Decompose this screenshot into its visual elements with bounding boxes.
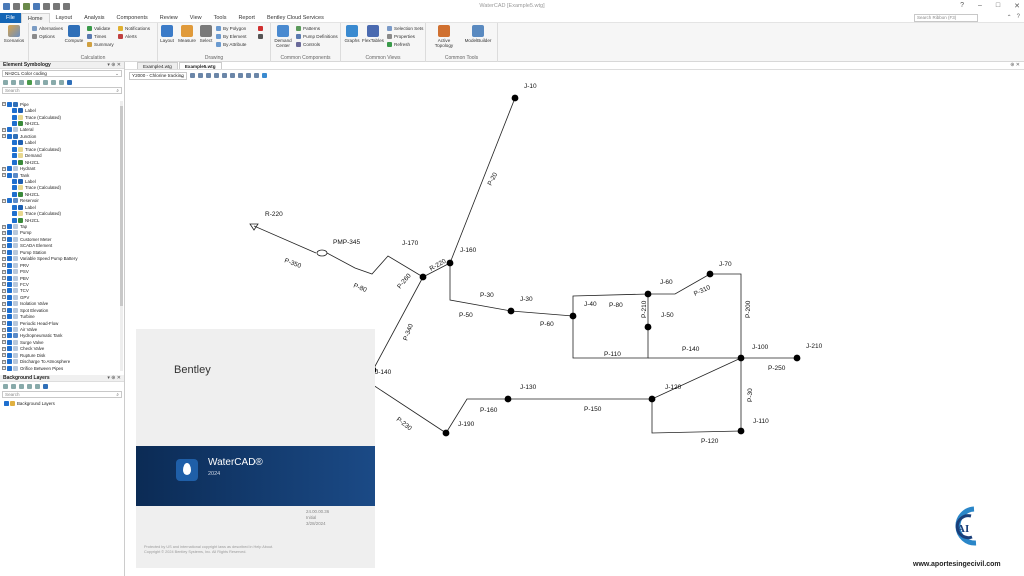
network-label: P-120 bbox=[701, 438, 719, 445]
junction-node[interactable] bbox=[446, 259, 454, 267]
network-label: P-30 bbox=[480, 292, 494, 299]
junction-node[interactable] bbox=[706, 270, 714, 278]
splash-copyright-line2: Copyright © 2024 Bentley Systems, Inc. A… bbox=[144, 550, 247, 554]
pipe-segment[interactable] bbox=[651, 357, 742, 400]
network-label: J-110 bbox=[753, 418, 769, 425]
network-label: J-30 bbox=[520, 296, 533, 303]
water-drop-icon bbox=[176, 459, 198, 481]
network-label: P-260 bbox=[396, 272, 413, 290]
junction-node[interactable] bbox=[644, 323, 652, 331]
network-label: PMP-345 bbox=[333, 239, 360, 246]
splash-version-info: 24.00.00.36 Initial 3/28/2024 bbox=[306, 509, 329, 527]
pipe-segment[interactable] bbox=[651, 399, 742, 434]
pipe-segment[interactable] bbox=[449, 97, 516, 264]
junction-node[interactable] bbox=[507, 307, 515, 315]
network-label: P-160 bbox=[480, 407, 498, 414]
splash-copyright: Protected by US and international copyri… bbox=[144, 545, 304, 555]
network-label: J-160 bbox=[460, 247, 477, 254]
network-label: J-10 bbox=[524, 83, 537, 90]
network-label: P-80 bbox=[352, 282, 368, 294]
pipe-segment[interactable] bbox=[445, 398, 508, 434]
network-label: R-220 bbox=[265, 211, 283, 218]
splash-product-name: WaterCAD® bbox=[208, 457, 263, 468]
pipe-segment[interactable] bbox=[710, 273, 742, 358]
network-label: J-130 bbox=[520, 384, 537, 391]
watermark-monogram: AI bbox=[957, 523, 969, 535]
splash-date: 3/28/2024 bbox=[306, 521, 326, 526]
splash-screen: Bentley WaterCAD® 2024 24.00.00.36 Initi… bbox=[136, 329, 375, 568]
pump-symbol[interactable] bbox=[316, 249, 328, 257]
pipe-segment[interactable] bbox=[510, 310, 574, 317]
junction-node[interactable] bbox=[504, 395, 512, 403]
pipe-segment[interactable] bbox=[372, 276, 424, 371]
network-label: J-100 bbox=[752, 344, 769, 351]
junction-node[interactable] bbox=[442, 429, 450, 437]
network-label: J-170 bbox=[402, 240, 419, 247]
splash-product-year: 2024 bbox=[208, 471, 221, 477]
junction-node[interactable] bbox=[419, 273, 427, 281]
network-label: P-150 bbox=[584, 406, 602, 413]
network-label: R-220 bbox=[429, 258, 448, 273]
network-label: P-80 bbox=[609, 302, 623, 309]
network-label: P-110 bbox=[604, 351, 621, 358]
network-label: J-50 bbox=[661, 312, 674, 319]
network-label: P-210 bbox=[641, 300, 648, 318]
network-label: J-190 bbox=[458, 421, 475, 428]
junction-node[interactable] bbox=[648, 395, 656, 403]
network-label: P-30 bbox=[747, 388, 754, 402]
watermark-text: www.aportesingecivil.com bbox=[913, 561, 1001, 568]
watermark-logo: AI bbox=[955, 506, 977, 546]
junction-node[interactable] bbox=[737, 427, 745, 435]
pipe-segment[interactable] bbox=[326, 252, 424, 278]
network-label: P-140 bbox=[682, 346, 700, 353]
network-label: P-230 bbox=[395, 416, 413, 432]
network-label: J-140 bbox=[375, 369, 392, 376]
network-label: P-200 bbox=[745, 300, 752, 318]
pipe-segment[interactable] bbox=[253, 225, 317, 254]
network-label: J-70 bbox=[719, 261, 732, 268]
splash-brand: Bentley bbox=[174, 364, 211, 376]
splash-band bbox=[136, 446, 375, 506]
junction-node[interactable] bbox=[793, 354, 801, 362]
network-label: J-210 bbox=[806, 343, 823, 350]
network-label: P-250 bbox=[768, 365, 786, 372]
network-label: J-60 bbox=[660, 279, 673, 286]
junction-node[interactable] bbox=[511, 94, 519, 102]
network-label: P-20 bbox=[487, 171, 500, 187]
network-label: P-350 bbox=[283, 257, 302, 270]
network-label: J-120 bbox=[665, 384, 682, 391]
network-label: P-310 bbox=[693, 284, 712, 298]
junction-node[interactable] bbox=[737, 354, 745, 362]
network-label: P-50 bbox=[459, 312, 473, 319]
junction-node[interactable] bbox=[569, 312, 577, 320]
network-label: P-340 bbox=[402, 323, 415, 342]
pipe-segment[interactable] bbox=[449, 263, 512, 312]
network-label: J-40 bbox=[584, 301, 597, 308]
junction-node[interactable] bbox=[644, 290, 652, 298]
network-label: P-60 bbox=[540, 321, 554, 328]
